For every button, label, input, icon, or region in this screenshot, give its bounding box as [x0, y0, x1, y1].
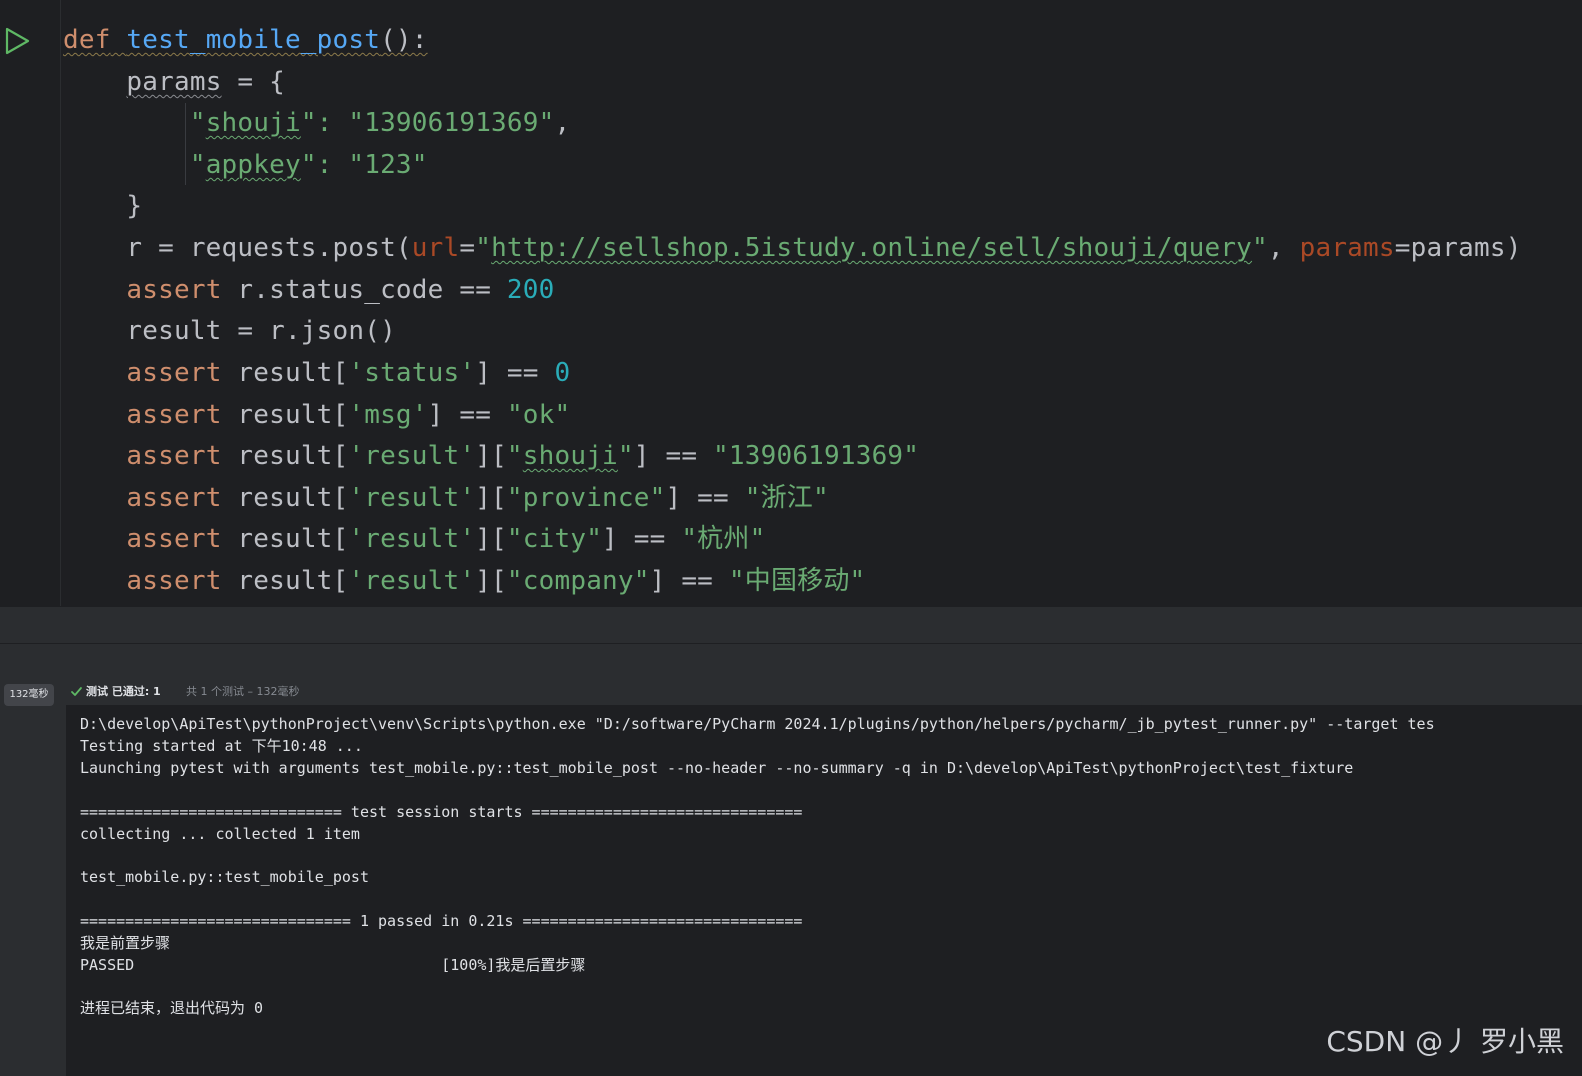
test-status-bar: 测试 已通过: 1 共 1 个测试 – 132毫秒: [66, 679, 1582, 705]
url-string[interactable]: http://sellshop.5istudy.online/sell/shou…: [491, 233, 1252, 263]
console-line: collecting ... collected 1 item: [80, 825, 360, 843]
console-line: test_mobile.py::test_mobile_post: [80, 868, 369, 886]
panel-toolbar: [0, 606, 1582, 643]
variable-params: params: [126, 67, 222, 97]
run-test-icon[interactable]: [4, 27, 30, 55]
code-line-params[interactable]: params = {: [63, 61, 285, 103]
console-line: 我是前置步骤: [80, 934, 171, 952]
console-line: 进程已结束，退出代码为 0: [80, 999, 264, 1017]
code-line-assert-status[interactable]: assert result['status'] == 0: [63, 352, 570, 394]
run-panel: 132毫秒 测试 已通过: 1 共 1 个测试 – 132毫秒 D:\devel…: [0, 679, 1582, 1076]
code-line-assert-company[interactable]: assert result['result']["company"] == "中…: [63, 560, 865, 602]
check-icon: [71, 687, 82, 696]
code-line-result[interactable]: result = r.json(): [63, 310, 396, 352]
code-line-assert-status-code[interactable]: assert r.status_code == 200: [63, 269, 554, 311]
test-duration-badge[interactable]: 132毫秒: [4, 684, 54, 706]
test-tree[interactable]: 132毫秒: [0, 679, 67, 1076]
console-line: PASSED [100%]我是后置步骤: [80, 956, 586, 974]
csdn-watermark: CSDN @丿 罗小黑: [1326, 1025, 1564, 1058]
editor-gutter: [0, 0, 61, 606]
console-line: ============================= test sessi…: [80, 803, 803, 821]
code-line-def[interactable]: def test_mobile_post():: [63, 19, 428, 61]
code-line-assert-msg[interactable]: assert result['msg'] == "ok": [63, 394, 570, 436]
code-area[interactable]: def test_mobile_post(): params = { "shou…: [63, 0, 1582, 606]
console-line: ============================== 1 passed …: [80, 912, 803, 930]
code-line-appkey[interactable]: "appkey": "123": [63, 144, 428, 186]
console-line: Launching pytest with arguments test_mob…: [80, 759, 1354, 777]
code-line-assert-province[interactable]: assert result['result']["province"] == "…: [63, 477, 829, 519]
test-passed-label: 测试 已通过: 1: [86, 685, 161, 698]
run-toolbar: [0, 643, 1582, 679]
code-line-close-brace[interactable]: }: [63, 185, 142, 227]
function-name: test_mobile_post: [126, 25, 381, 55]
code-editor[interactable]: def test_mobile_post(): params = { "shou…: [0, 0, 1582, 606]
test-summary-detail: 共 1 个测试 – 132毫秒: [186, 685, 300, 698]
code-line-assert-shouji[interactable]: assert result['result']["shouji"] == "13…: [63, 435, 919, 477]
console-line: D:\develop\ApiTest\pythonProject\venv\Sc…: [80, 715, 1435, 733]
console-line: Testing started at 下午10:48 ...: [80, 737, 363, 755]
code-line-assert-city[interactable]: assert result['result']["city"] == "杭州": [63, 518, 765, 560]
code-line-request[interactable]: r = requests.post(url="http://sellshop.5…: [63, 227, 1522, 269]
code-line-shouji[interactable]: "shouji": "13906191369",: [63, 102, 570, 144]
console-output[interactable]: D:\develop\ApiTest\pythonProject\venv\Sc…: [80, 713, 1582, 1073]
keyword-def: def: [63, 25, 111, 55]
